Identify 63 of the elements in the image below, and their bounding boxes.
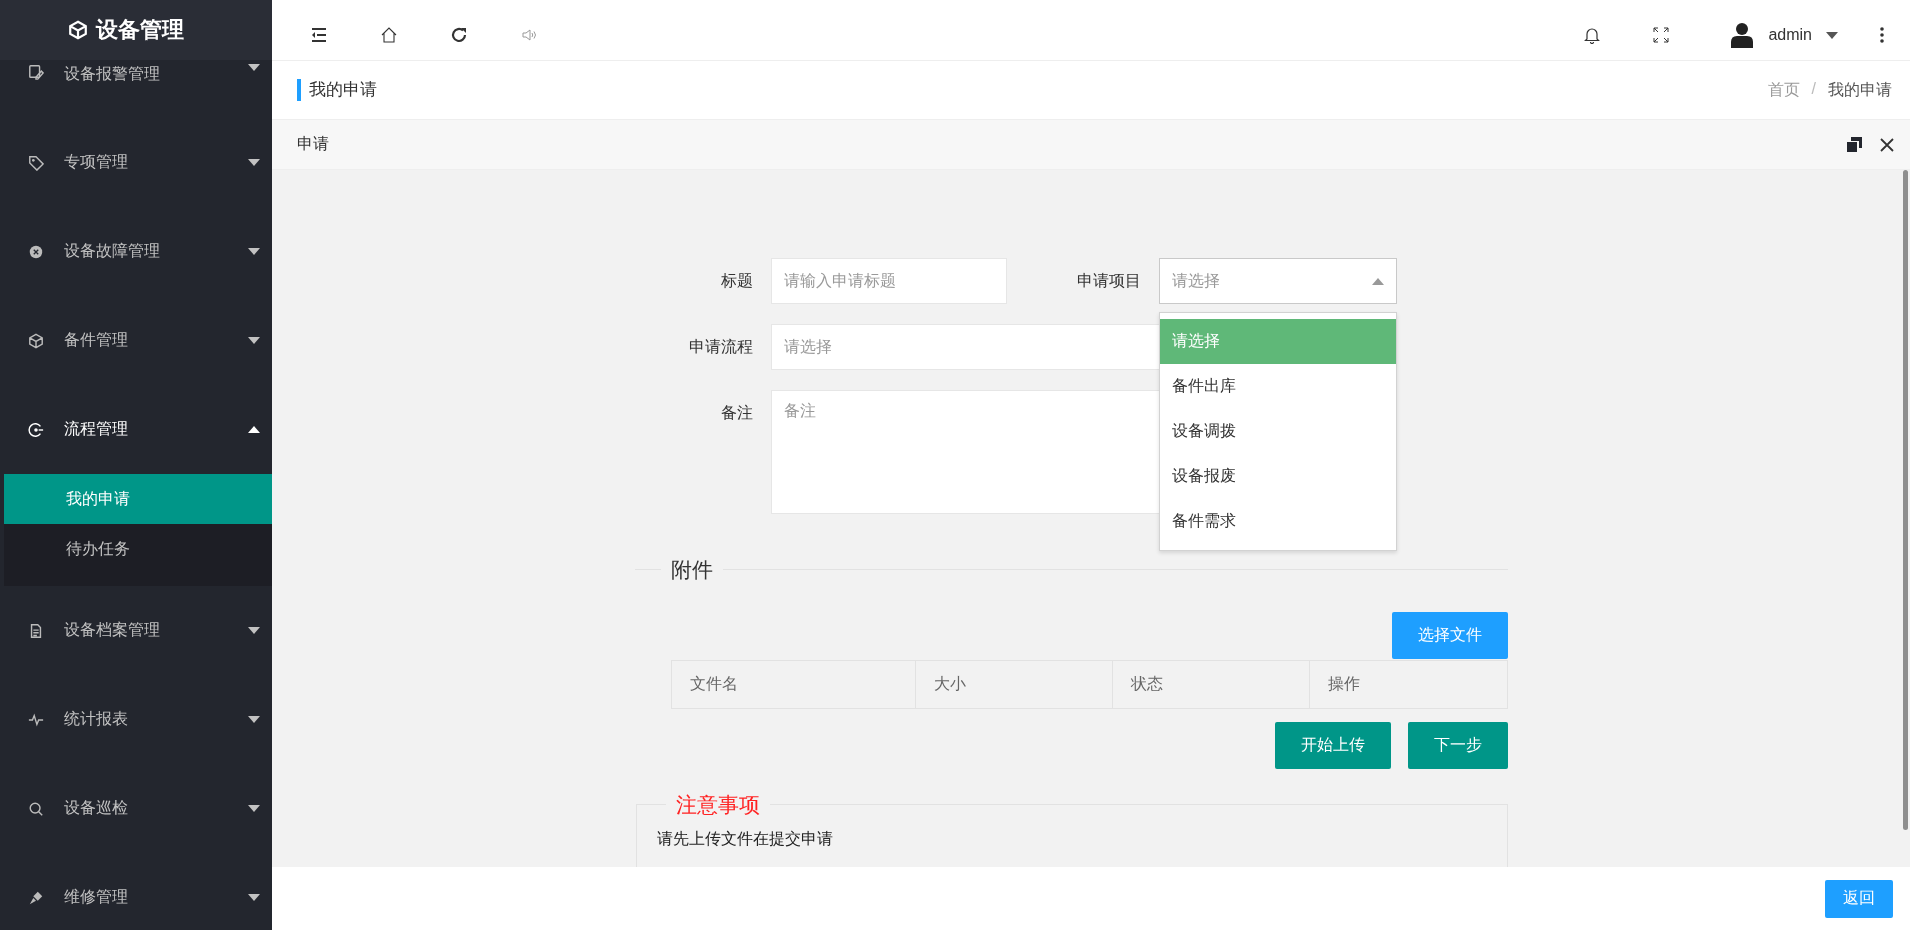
caret-icon — [248, 716, 260, 723]
submenu-item[interactable]: 我的申请 — [4, 474, 272, 524]
home-icon[interactable] — [380, 26, 398, 44]
input-field[interactable]: 请输入申请标题 — [771, 258, 1007, 304]
app-logo-text: 设备管理 — [96, 16, 184, 44]
sidebar-menu-item[interactable]: 维修管理 — [0, 853, 272, 930]
dropdown-option[interactable]: 设备调拨 — [1160, 409, 1396, 454]
refresh-icon[interactable] — [450, 26, 468, 44]
close-icon[interactable] — [1880, 137, 1894, 152]
action-button[interactable]: 开始上传 — [1275, 722, 1391, 769]
caret-icon — [248, 805, 260, 812]
caret-icon — [248, 894, 260, 901]
table-header-cell: 文件名 — [672, 661, 917, 708]
field-label: 申请流程 — [688, 337, 753, 357]
cube-icon — [28, 332, 44, 349]
panel-title: 申请 — [297, 134, 329, 154]
submenu-item[interactable]: 待办任务 — [4, 524, 272, 574]
brush-icon — [28, 889, 44, 906]
sidebar-menu-item[interactable]: 设备报警管理 — [0, 60, 272, 118]
search-icon — [28, 800, 44, 817]
scrollbar-thumb[interactable] — [1903, 170, 1908, 830]
sidebar-menu-item[interactable]: 设备档案管理 — [0, 586, 272, 675]
fullscreen-icon[interactable] — [1653, 27, 1670, 43]
cycle-icon — [28, 421, 44, 438]
caret-icon — [248, 159, 260, 166]
sidebar-menu-item[interactable]: 专项管理 — [0, 118, 272, 207]
field-label: 申请项目 — [1076, 271, 1141, 291]
sidebar-menu-item[interactable]: 设备巡检 — [0, 764, 272, 853]
caret-icon — [1826, 31, 1838, 39]
caret-icon — [248, 426, 260, 433]
caret-icon — [248, 248, 260, 255]
more-icon[interactable] — [1880, 27, 1884, 43]
caret-icon — [248, 627, 260, 634]
sidebar-menu-item[interactable]: 流程管理 — [0, 385, 272, 474]
sidebar-menu-item[interactable]: 设备故障管理 — [0, 207, 272, 296]
breadcrumb-link[interactable]: 我的申请 — [1828, 79, 1892, 101]
cube-icon — [68, 20, 88, 40]
table-header-cell: 状态 — [1112, 661, 1311, 708]
section-title: 附件 — [661, 558, 723, 581]
user-menu[interactable]: admin — [1731, 22, 1838, 48]
document-icon — [28, 622, 44, 639]
user-avatar-icon — [1731, 22, 1754, 48]
menu-collapse-icon[interactable] — [310, 26, 328, 44]
restore-window-icon[interactable] — [1847, 137, 1862, 152]
action-button[interactable]: 下一步 — [1408, 722, 1508, 769]
sidebar-menu-item[interactable]: 备件管理 — [0, 296, 272, 385]
document-pen-icon — [28, 64, 44, 80]
breadcrumb-separator: / — [1811, 79, 1816, 99]
tag-icon — [28, 154, 44, 171]
dropdown-option[interactable]: 设备报废 — [1160, 454, 1396, 499]
sidebar-menu-item[interactable]: 统计报表 — [0, 675, 272, 764]
table-header-cell: 大小 — [916, 661, 1113, 708]
notice-text: 请先上传文件在提交申请 — [657, 829, 834, 849]
caret-icon — [248, 337, 260, 344]
pulse-icon — [28, 711, 44, 728]
field-label: 标题 — [720, 271, 753, 291]
field-label: 备注 — [720, 403, 753, 423]
caret-icon — [248, 64, 260, 71]
table-header-cell-text: 操作 — [1327, 674, 1362, 694]
circle-x-icon — [28, 243, 44, 260]
bell-icon[interactable] — [1583, 26, 1602, 44]
page-title: 我的申请 — [297, 79, 377, 101]
caret-icon — [1372, 277, 1384, 285]
